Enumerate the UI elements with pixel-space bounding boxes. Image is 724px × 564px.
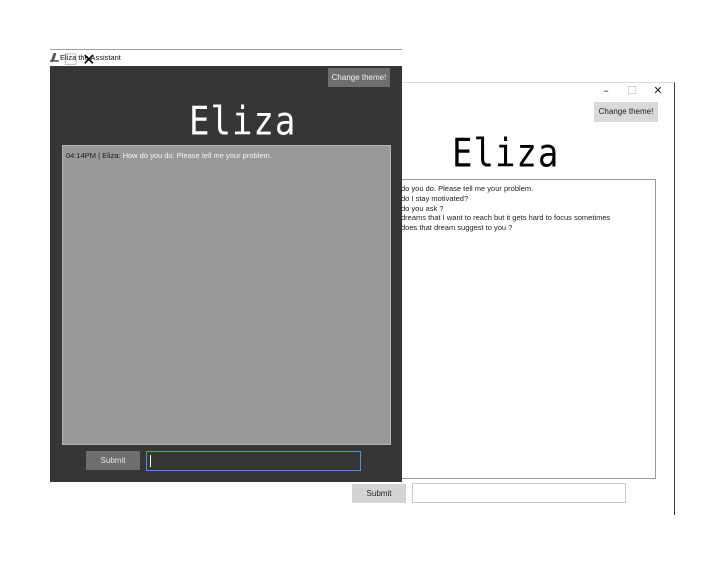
maximize-button[interactable]: ☐ xyxy=(619,83,645,99)
chat-line: do you do. Please tell me your problem. xyxy=(401,184,534,193)
message-speaker: Eliza xyxy=(102,151,119,160)
message-text: How do you do. Please tell me your probl… xyxy=(120,151,272,160)
change-theme-button[interactable]: Change theme! xyxy=(594,102,658,122)
chat-message: 04:14PM | Eliza: How do you do. Please t… xyxy=(66,151,390,160)
minimize-button[interactable]: – xyxy=(593,83,619,99)
window-title: Eliza the Assistant xyxy=(60,53,121,62)
message-input[interactable] xyxy=(412,483,626,503)
window-titlebar[interactable]: Eliza the Assistant – ☐ ✕ xyxy=(50,49,402,69)
chat-log[interactable]: 04:14PM | Eliza: How do you do. Please t… xyxy=(62,145,391,445)
change-theme-button[interactable]: Change theme! xyxy=(328,68,390,87)
chat-line: do I stay motivated? xyxy=(401,193,469,203)
message-time: 04:14PM xyxy=(66,151,97,160)
close-button[interactable]: ✕ xyxy=(645,83,671,99)
text-caret xyxy=(150,455,151,467)
message-input[interactable] xyxy=(146,451,361,471)
eliza-window-dark: Eliza the Assistant – ☐ ✕ Change theme! … xyxy=(50,49,402,482)
page-title: Eliza xyxy=(452,131,560,177)
chat-line: do you ask ? xyxy=(401,203,444,213)
submit-button[interactable]: Submit xyxy=(352,484,406,503)
page-title: Eliza xyxy=(189,99,297,145)
chat-line: does that dream suggest to you ? xyxy=(401,223,513,233)
submit-button[interactable]: Submit xyxy=(86,451,140,470)
chat-line: dreams that I want to reach but it gets … xyxy=(401,213,611,223)
